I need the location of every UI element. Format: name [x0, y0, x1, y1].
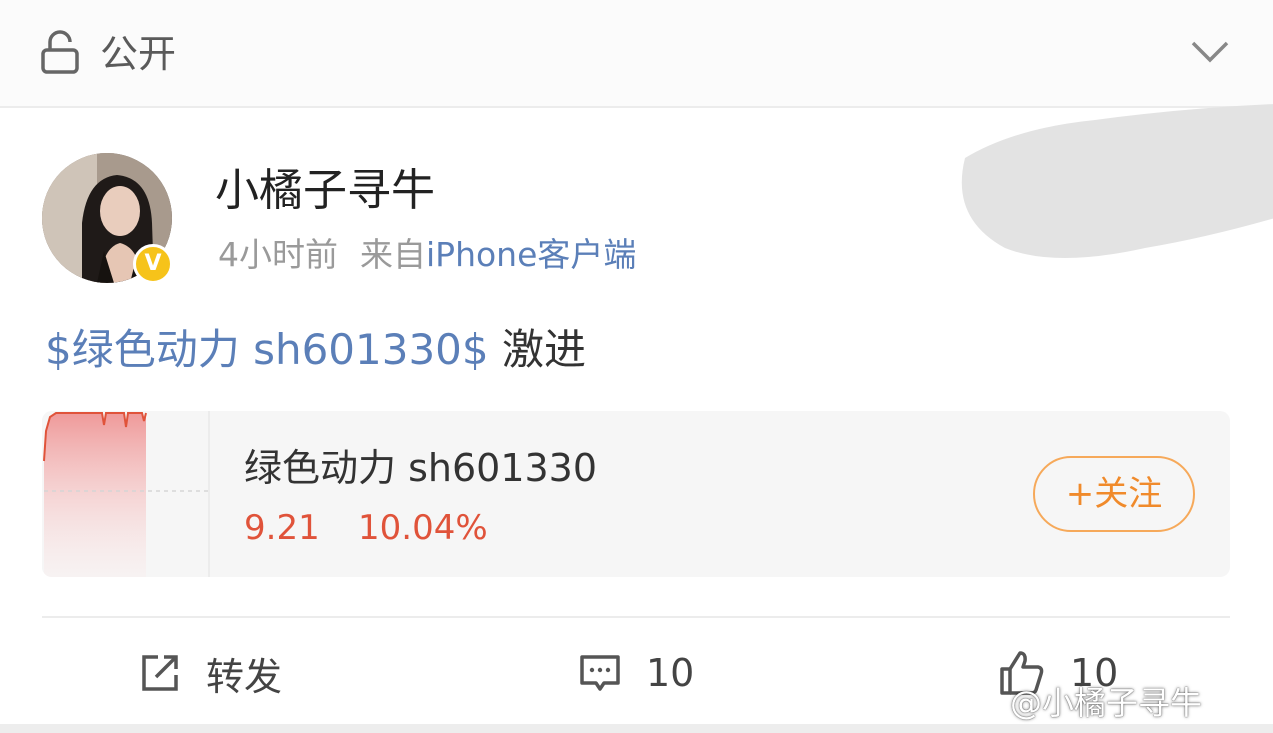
comment-count: 10 — [646, 651, 695, 695]
watermark: @小橘子寻牛 — [1010, 684, 1203, 722]
stock-change: 10.04% — [358, 508, 488, 548]
follow-button[interactable]: +关注 — [1033, 456, 1195, 532]
repost-label: 转发 — [206, 654, 283, 699]
source-link[interactable]: iPhone客户端 — [426, 235, 636, 274]
lock-open-icon — [41, 30, 79, 74]
stock-tag-link[interactable]: $绿色动力 sh601330$ — [45, 325, 489, 374]
repost-button[interactable]: 转发 — [138, 638, 282, 708]
visibility-label: 公开 — [100, 32, 177, 76]
source-prefix: 来自 — [360, 235, 426, 274]
visibility-bar[interactable]: 公开 — [0, 0, 1273, 108]
comment-button[interactable]: 10 — [578, 638, 694, 708]
post-time: 4小时前 — [218, 235, 338, 274]
post-card: V 小橘子寻牛 4小时前 来自iPhone客户端 $绿色动力 sh601330$ … — [0, 104, 1273, 724]
stock-mini-chart — [42, 411, 210, 577]
redaction-mark — [961, 104, 1273, 258]
author-name[interactable]: 小橘子寻牛 — [215, 163, 435, 219]
stock-card[interactable]: 绿色动力 sh601330 9.21 10.04% +关注 — [42, 411, 1230, 577]
comment-icon — [580, 655, 620, 691]
post-text-suffix: 激进 — [488, 325, 586, 374]
stock-name: 绿色动力 sh601330 — [244, 446, 598, 490]
stock-price: 9.21 — [244, 508, 320, 548]
verified-badge: V — [133, 244, 173, 284]
chevron-down-icon[interactable] — [1190, 38, 1230, 66]
post-meta: 4小时前 来自iPhone客户端 — [218, 233, 636, 277]
repost-icon — [142, 655, 178, 691]
divider — [42, 616, 1230, 618]
bottom-strip — [0, 724, 1273, 733]
post-text: $绿色动力 sh601330$ 激进 — [45, 323, 586, 377]
